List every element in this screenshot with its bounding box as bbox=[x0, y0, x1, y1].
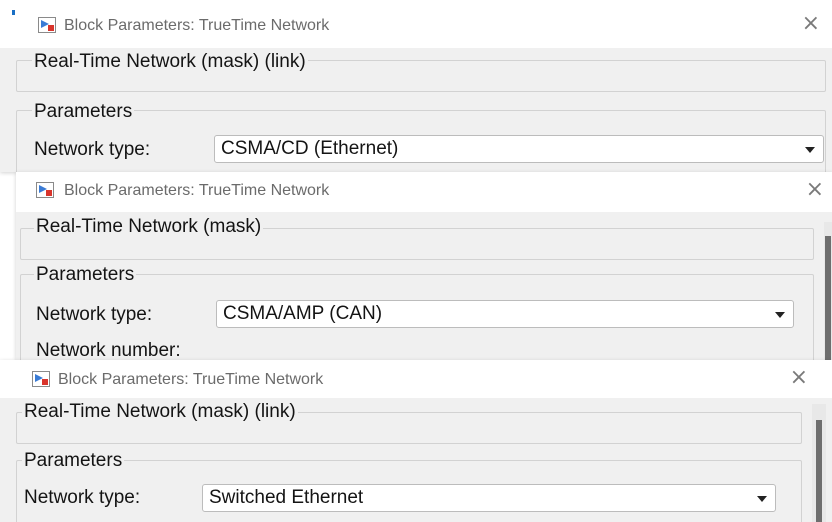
corner-marker bbox=[12, 10, 15, 15]
network-type-label: Network type: bbox=[36, 304, 153, 325]
network-type-value: CSMA/AMP (CAN) bbox=[223, 303, 383, 324]
chevron-down-icon bbox=[775, 312, 785, 318]
scrollbar-thumb[interactable] bbox=[825, 236, 831, 360]
network-type-value: CSMA/CD (Ethernet) bbox=[221, 138, 399, 159]
network-type-dropdown[interactable]: CSMA/AMP (CAN) bbox=[216, 300, 794, 328]
chevron-down-icon bbox=[805, 147, 815, 153]
network-type-value: Switched Ethernet bbox=[209, 487, 364, 508]
dialog-window-3: Block Parameters: TrueTime Network × Rea… bbox=[0, 360, 832, 522]
network-type-dropdown[interactable]: CSMA/CD (Ethernet) bbox=[214, 135, 824, 163]
network-type-label: Network type: bbox=[24, 487, 141, 508]
parameters-heading: Parameters bbox=[22, 450, 125, 472]
chevron-down-icon bbox=[757, 496, 767, 502]
window-title: Block Parameters: TrueTime Network bbox=[64, 17, 330, 34]
dialog-window-1: Block Parameters: TrueTime Network × Rea… bbox=[0, 0, 832, 172]
dialog-window-2: Block Parameters: TrueTime Network × Rea… bbox=[16, 172, 832, 360]
title-bar[interactable]: Block Parameters: TrueTime Network × bbox=[16, 172, 832, 212]
window-title: Block Parameters: TrueTime Network bbox=[64, 182, 330, 199]
title-bar[interactable]: Block Parameters: TrueTime Network × bbox=[0, 360, 832, 398]
close-icon[interactable]: × bbox=[802, 13, 820, 35]
close-icon[interactable]: × bbox=[806, 179, 824, 201]
parameters-heading: Parameters bbox=[32, 101, 135, 123]
parameters-heading: Parameters bbox=[34, 264, 137, 286]
simulink-block-icon bbox=[36, 182, 54, 198]
mask-heading: Real-Time Network (mask) bbox=[34, 216, 264, 238]
window-title: Block Parameters: TrueTime Network bbox=[58, 371, 324, 388]
scrollbar[interactable] bbox=[824, 222, 832, 360]
simulink-block-icon bbox=[32, 371, 50, 387]
scrollbar-thumb[interactable] bbox=[816, 420, 822, 522]
simulink-block-icon bbox=[38, 17, 56, 33]
network-number-label: Network number: bbox=[36, 340, 181, 360]
close-icon[interactable]: × bbox=[790, 367, 808, 389]
title-bar[interactable]: Block Parameters: TrueTime Network × bbox=[0, 0, 832, 48]
mask-heading: Real-Time Network (mask) (link) bbox=[22, 401, 298, 423]
network-type-dropdown[interactable]: Switched Ethernet bbox=[202, 484, 776, 512]
scrollbar[interactable] bbox=[812, 404, 826, 522]
network-type-label: Network type: bbox=[34, 139, 151, 160]
mask-heading: Real-Time Network (mask) (link) bbox=[32, 51, 308, 73]
